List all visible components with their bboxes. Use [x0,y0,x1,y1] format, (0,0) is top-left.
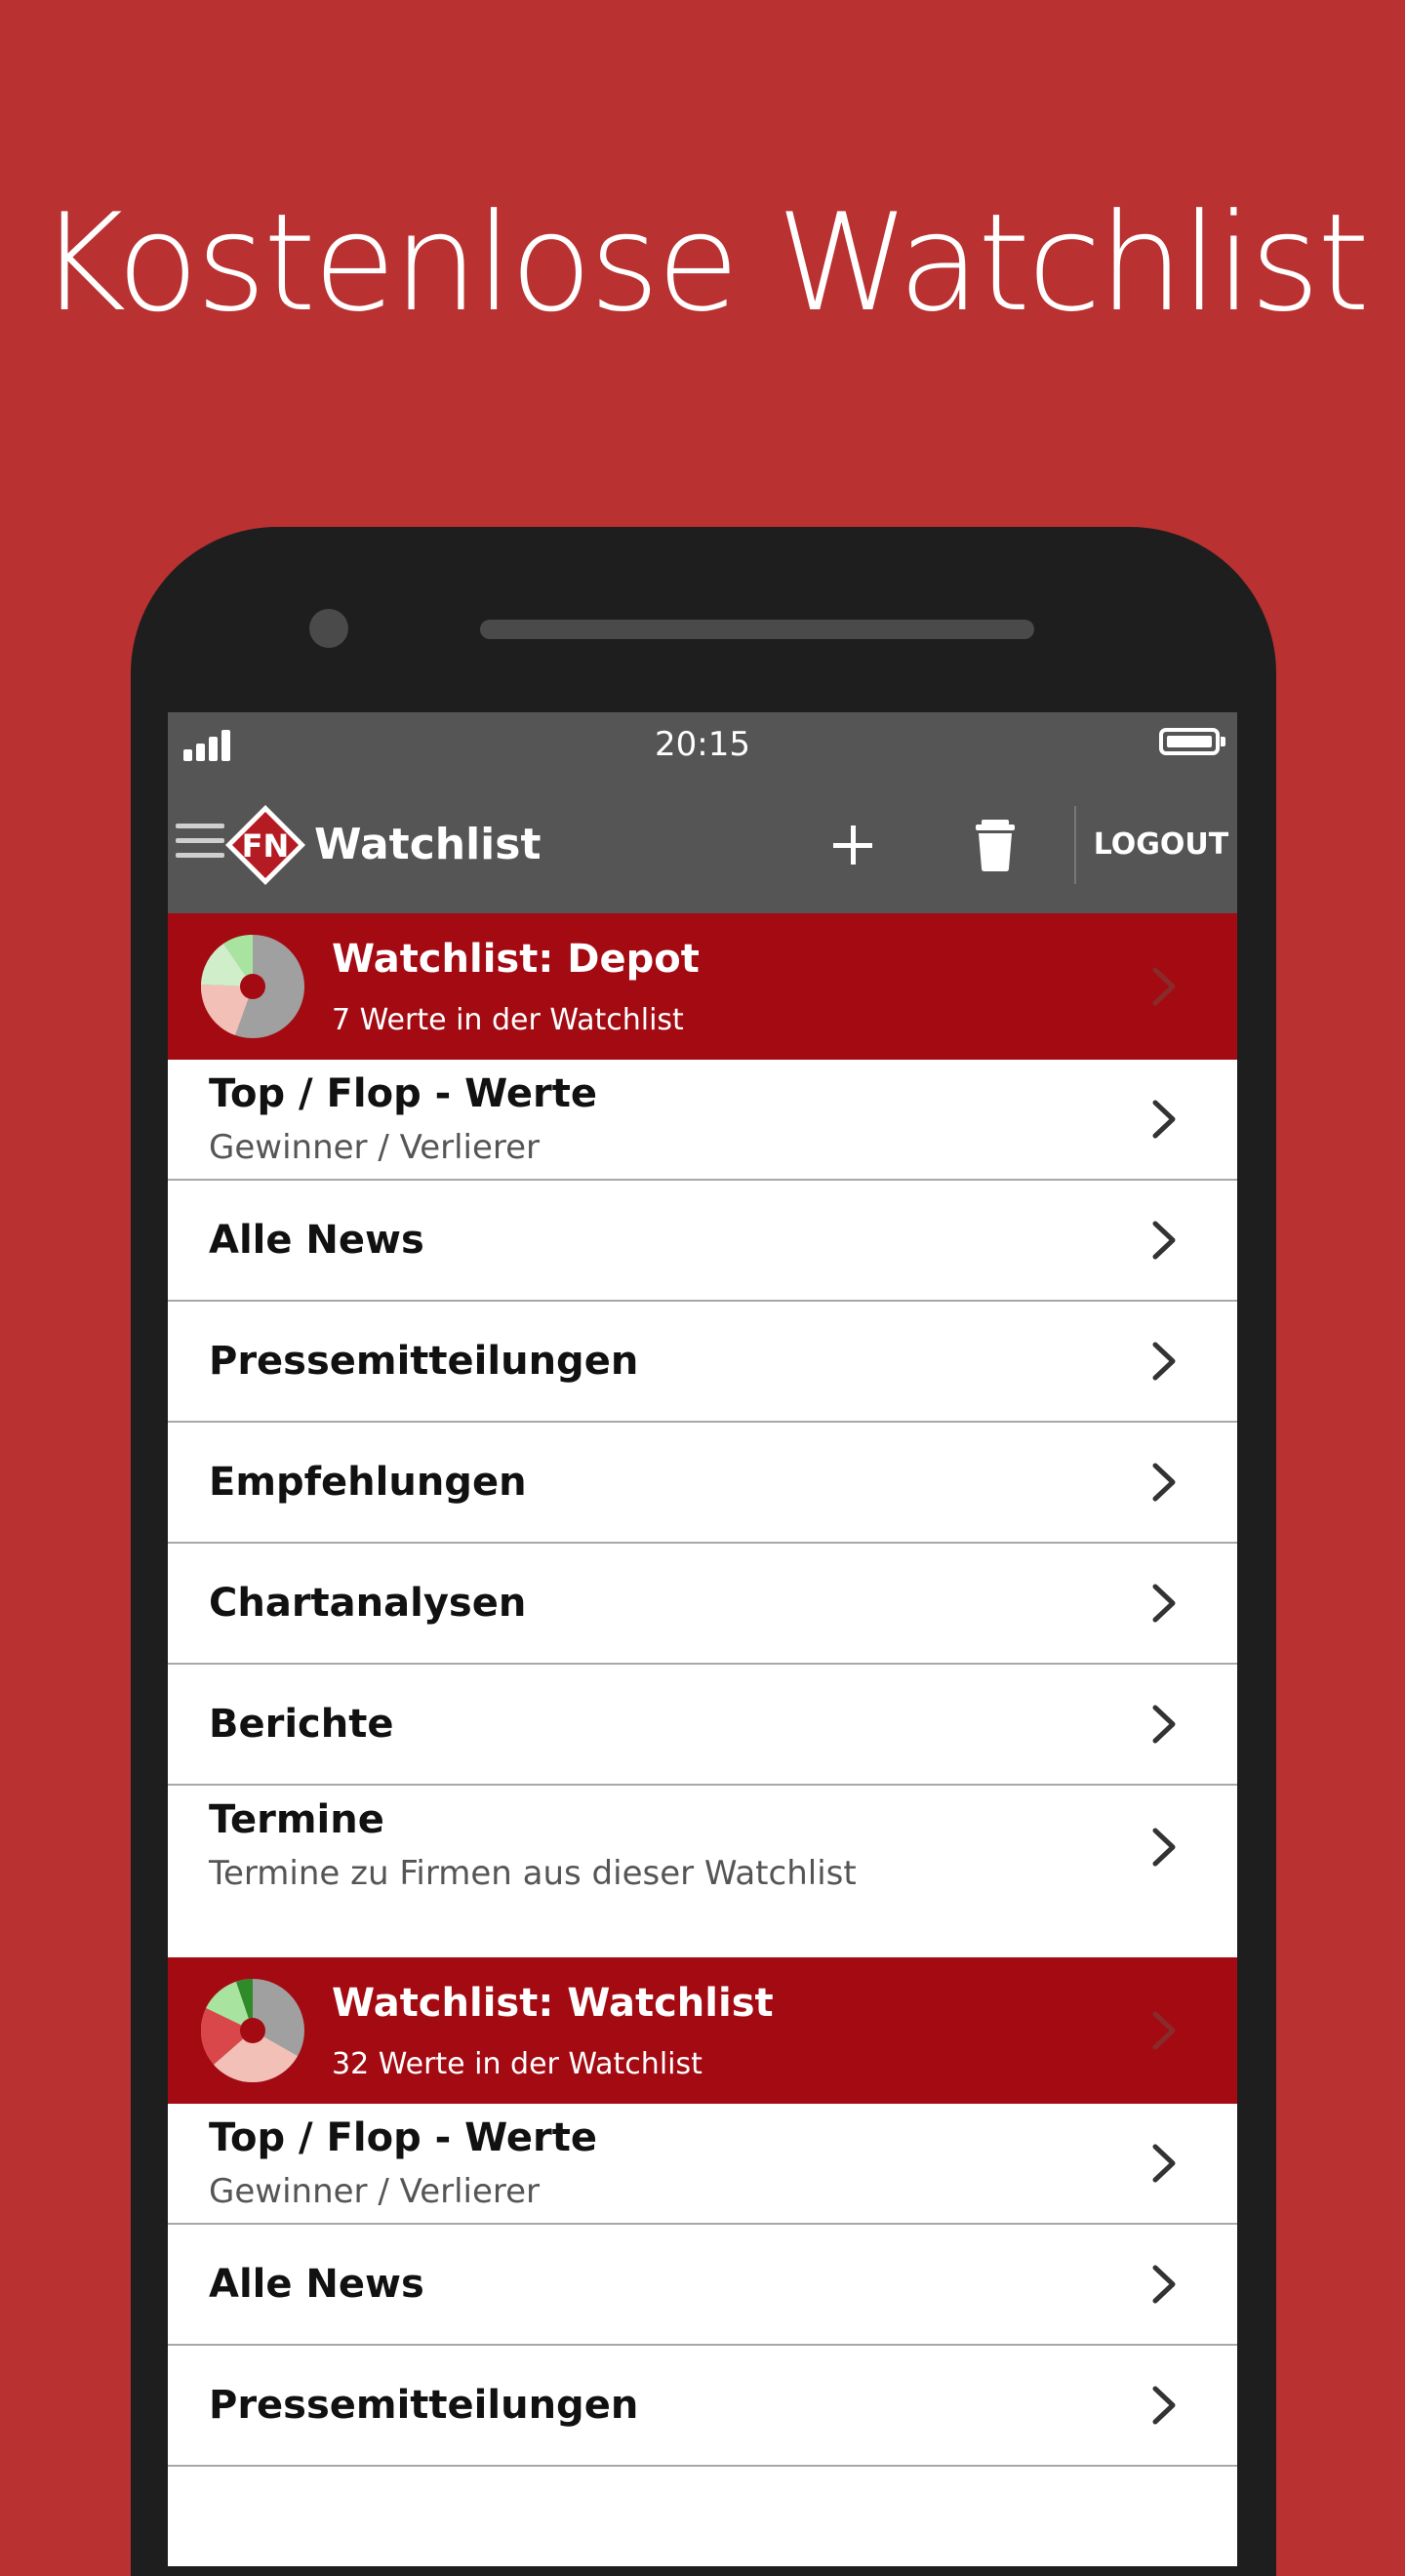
list-item[interactable]: Empfehlungen [168,1423,1237,1544]
chevron-right-icon [1152,2265,1176,2304]
list-item[interactable]: Pressemitteilungen [168,1302,1237,1423]
list-item-title: Top / Flop - Werte [209,2115,597,2160]
page-headline: Kostenlose Watchlist [37,184,1370,342]
phone-screen: 20:15 FN Watchlist LOGOUT Watchlist: Dep… [168,712,1237,2566]
list-item-title: Pressemitteilungen [209,2383,639,2428]
watchlist-count: 32 Werte in der Watchlist [332,2047,702,2081]
phone-camera [309,609,348,648]
watchlist-pie-icon [201,935,304,1038]
list-item-subtitle: Gewinner / Verlierer [209,2172,541,2211]
list-item-title: Alle News [209,2262,424,2307]
watchlist-header-depot[interactable]: Watchlist: Depot 7 Werte in der Watchlis… [168,913,1237,1060]
phone-speaker [480,620,1034,639]
chevron-right-icon [1152,1828,1176,1867]
chevron-right-icon [1152,967,1176,1006]
app-bar: FN Watchlist LOGOUT [168,777,1237,913]
list-item-title: Empfehlungen [209,1460,527,1505]
battery-icon [1159,728,1225,755]
menu-icon[interactable] [176,824,226,861]
plus-icon[interactable] [822,814,884,876]
chevron-right-icon [1152,1221,1176,1260]
list-item-subtitle: Termine zu Firmen aus dieser Watchlist [209,1854,857,1893]
watchlist-header-watchlist[interactable]: Watchlist: Watchlist 32 Werte in der Wat… [168,1957,1237,2104]
list-item-title: Pressemitteilungen [209,1339,639,1384]
chevron-right-icon [1152,1584,1176,1623]
watchlist-name: Watchlist: Watchlist [332,1981,774,2026]
list-item[interactable]: Top / Flop - Werte Gewinner / Verlierer [168,1060,1237,1181]
list-item-title: Berichte [209,1702,394,1747]
list-item[interactable]: Alle News [168,2225,1237,2346]
watchlist-name: Watchlist: Depot [332,937,700,982]
chevron-right-icon [1152,1342,1176,1381]
list-item-title: Top / Flop - Werte [209,1071,597,1116]
list-item-title: Termine [209,1797,384,1842]
list-item[interactable]: Top / Flop - Werte Gewinner / Verlierer [168,2104,1237,2225]
list-item[interactable]: Berichte [168,1665,1237,1786]
chevron-right-icon [1152,2011,1176,2050]
chevron-right-icon [1152,2144,1176,2183]
trash-icon[interactable] [966,816,1024,874]
list-item[interactable]: Pressemitteilungen [168,2346,1237,2467]
chevron-right-icon [1152,1463,1176,1502]
logout-button[interactable]: LOGOUT [1085,777,1237,913]
status-time: 20:15 [655,725,750,764]
phone-frame: 20:15 FN Watchlist LOGOUT Watchlist: Dep… [131,527,1276,2576]
watchlist-pie-icon [201,1979,304,2082]
list-item[interactable]: Chartanalysen [168,1544,1237,1665]
list-item-subtitle: Gewinner / Verlierer [209,1128,541,1167]
list-item[interactable]: Alle News [168,1181,1237,1302]
app-title: Watchlist [314,820,542,869]
watchlist-count: 7 Werte in der Watchlist [332,1003,684,1037]
appbar-divider [1074,806,1076,884]
list-item-title: Chartanalysen [209,1581,527,1626]
list-item[interactable]: Termine Termine zu Firmen aus dieser Wat… [168,1786,1237,1957]
logo-text: FN [242,827,290,865]
chevron-right-icon [1152,1705,1176,1744]
list-item-title: Alle News [209,1218,424,1263]
fn-logo: FN [225,805,305,885]
chevron-right-icon [1152,2386,1176,2425]
status-bar: 20:15 [168,712,1237,777]
chevron-right-icon [1152,1100,1176,1139]
list-item[interactable] [168,2467,1237,2566]
